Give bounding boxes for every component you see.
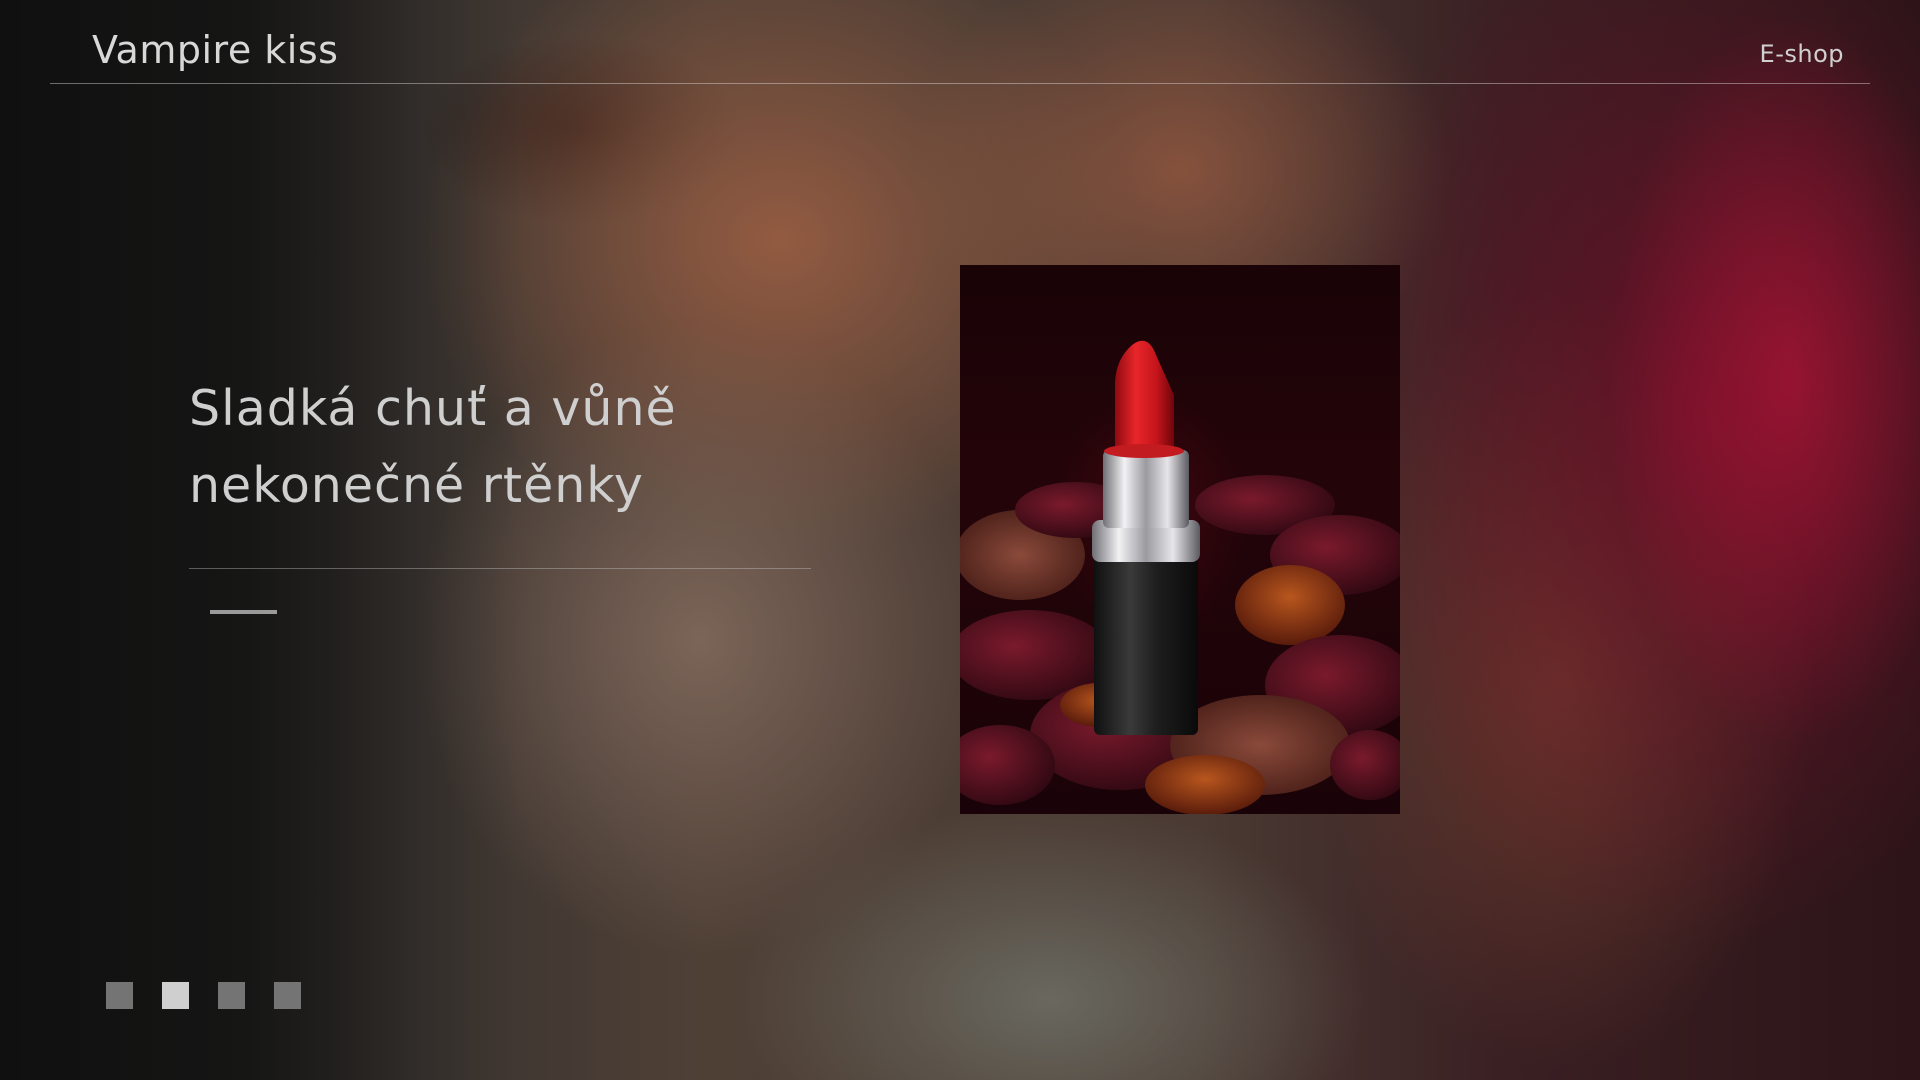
- pager-dot-4[interactable]: [274, 982, 301, 1009]
- hero-headline: Sladká chuť a vůně nekonečné rtěnky: [189, 370, 829, 524]
- pager-dot-3[interactable]: [218, 982, 245, 1009]
- site-header: Vampire kiss E-shop: [50, 0, 1870, 84]
- hero-slide-background: Vampire kiss E-shop Sladká chuť a vůně n…: [0, 0, 1920, 1080]
- nav-link-eshop[interactable]: E-shop: [1760, 40, 1844, 68]
- lipstick-product-image: [960, 265, 1400, 814]
- hero-accent-line: [210, 610, 277, 614]
- brand-logo[interactable]: Vampire kiss: [92, 28, 338, 72]
- hero-text: Sladká chuť a vůně nekonečné rtěnky: [189, 370, 829, 524]
- lipstick-illustration: [960, 340, 1400, 814]
- hero-headline-line-1: Sladká chuť a vůně: [189, 380, 677, 437]
- pager-dot-1[interactable]: [106, 982, 133, 1009]
- hero-divider: [189, 568, 811, 569]
- slide-pager: [106, 982, 301, 1010]
- pager-dot-2[interactable]: [162, 982, 189, 1009]
- hero-headline-line-2: nekonečné rtěnky: [189, 457, 644, 514]
